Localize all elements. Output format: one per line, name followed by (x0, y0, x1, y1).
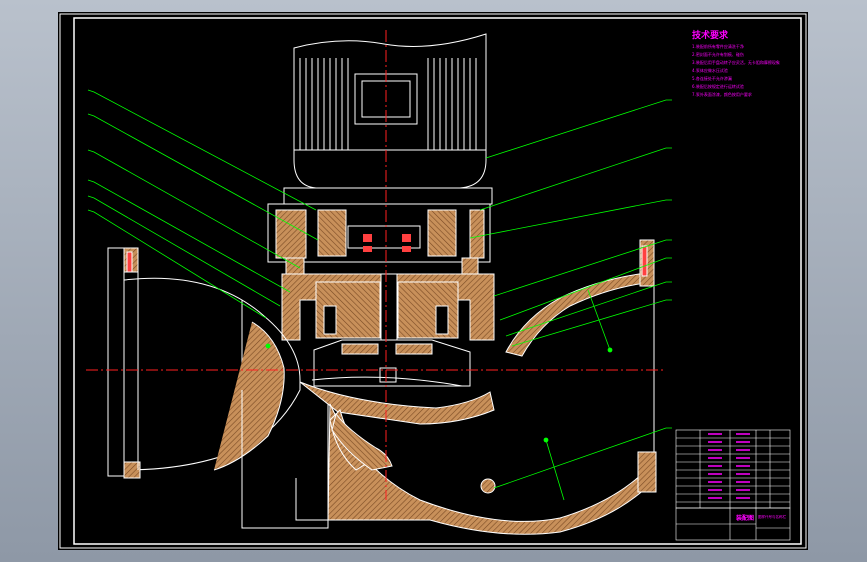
title-block-note: 图样代号与名称栏 (758, 514, 786, 519)
technical-requirement-item: 3.装配后用手盘动转子应灵活，无卡阻和摩擦现象 (692, 59, 780, 65)
technical-requirement-item: 1.装配前所有零件应清洗干净 (692, 43, 744, 49)
parts-list (675, 429, 791, 509)
drawing-name: 装配图 (735, 514, 754, 522)
drawing-sheet: 技术要求 1.装配前所有零件应清洗干净 2.密封面不允许有划痕、碰伤 3.装配后… (58, 12, 808, 550)
title-block: 装配图 图样代号与名称栏 (675, 507, 791, 541)
bearing-bracket (267, 203, 491, 275)
impeller (299, 339, 495, 425)
drain-plug (480, 478, 496, 494)
technical-requirement-item: 7.泵外表面涂漆，颜色按用户要求 (692, 91, 752, 97)
technical-requirement-item: 6.装配后按规定进行运转试验 (692, 83, 744, 89)
inlet-flange (107, 247, 141, 479)
technical-requirement-item: 5.各连接处不允许渗漏 (692, 75, 732, 81)
pump-assembly-drawing: 技术要求 1.装配前所有零件应清洗干净 2.密封面不允许有划痕、碰伤 3.装配后… (59, 13, 807, 549)
technical-requirement-item: 2.密封面不允许有划痕、碰伤 (692, 51, 744, 57)
technical-requirement-item: 4.泵体应做水压试验 (692, 67, 728, 73)
outlet-flange (637, 239, 657, 493)
motor (283, 33, 493, 205)
technical-requirements: 技术要求 1.装配前所有零件应清洗干净 2.密封面不允许有划痕、碰伤 3.装配后… (692, 29, 780, 97)
technical-requirements-title: 技术要求 (692, 29, 729, 41)
parts-list-entries (708, 433, 750, 499)
